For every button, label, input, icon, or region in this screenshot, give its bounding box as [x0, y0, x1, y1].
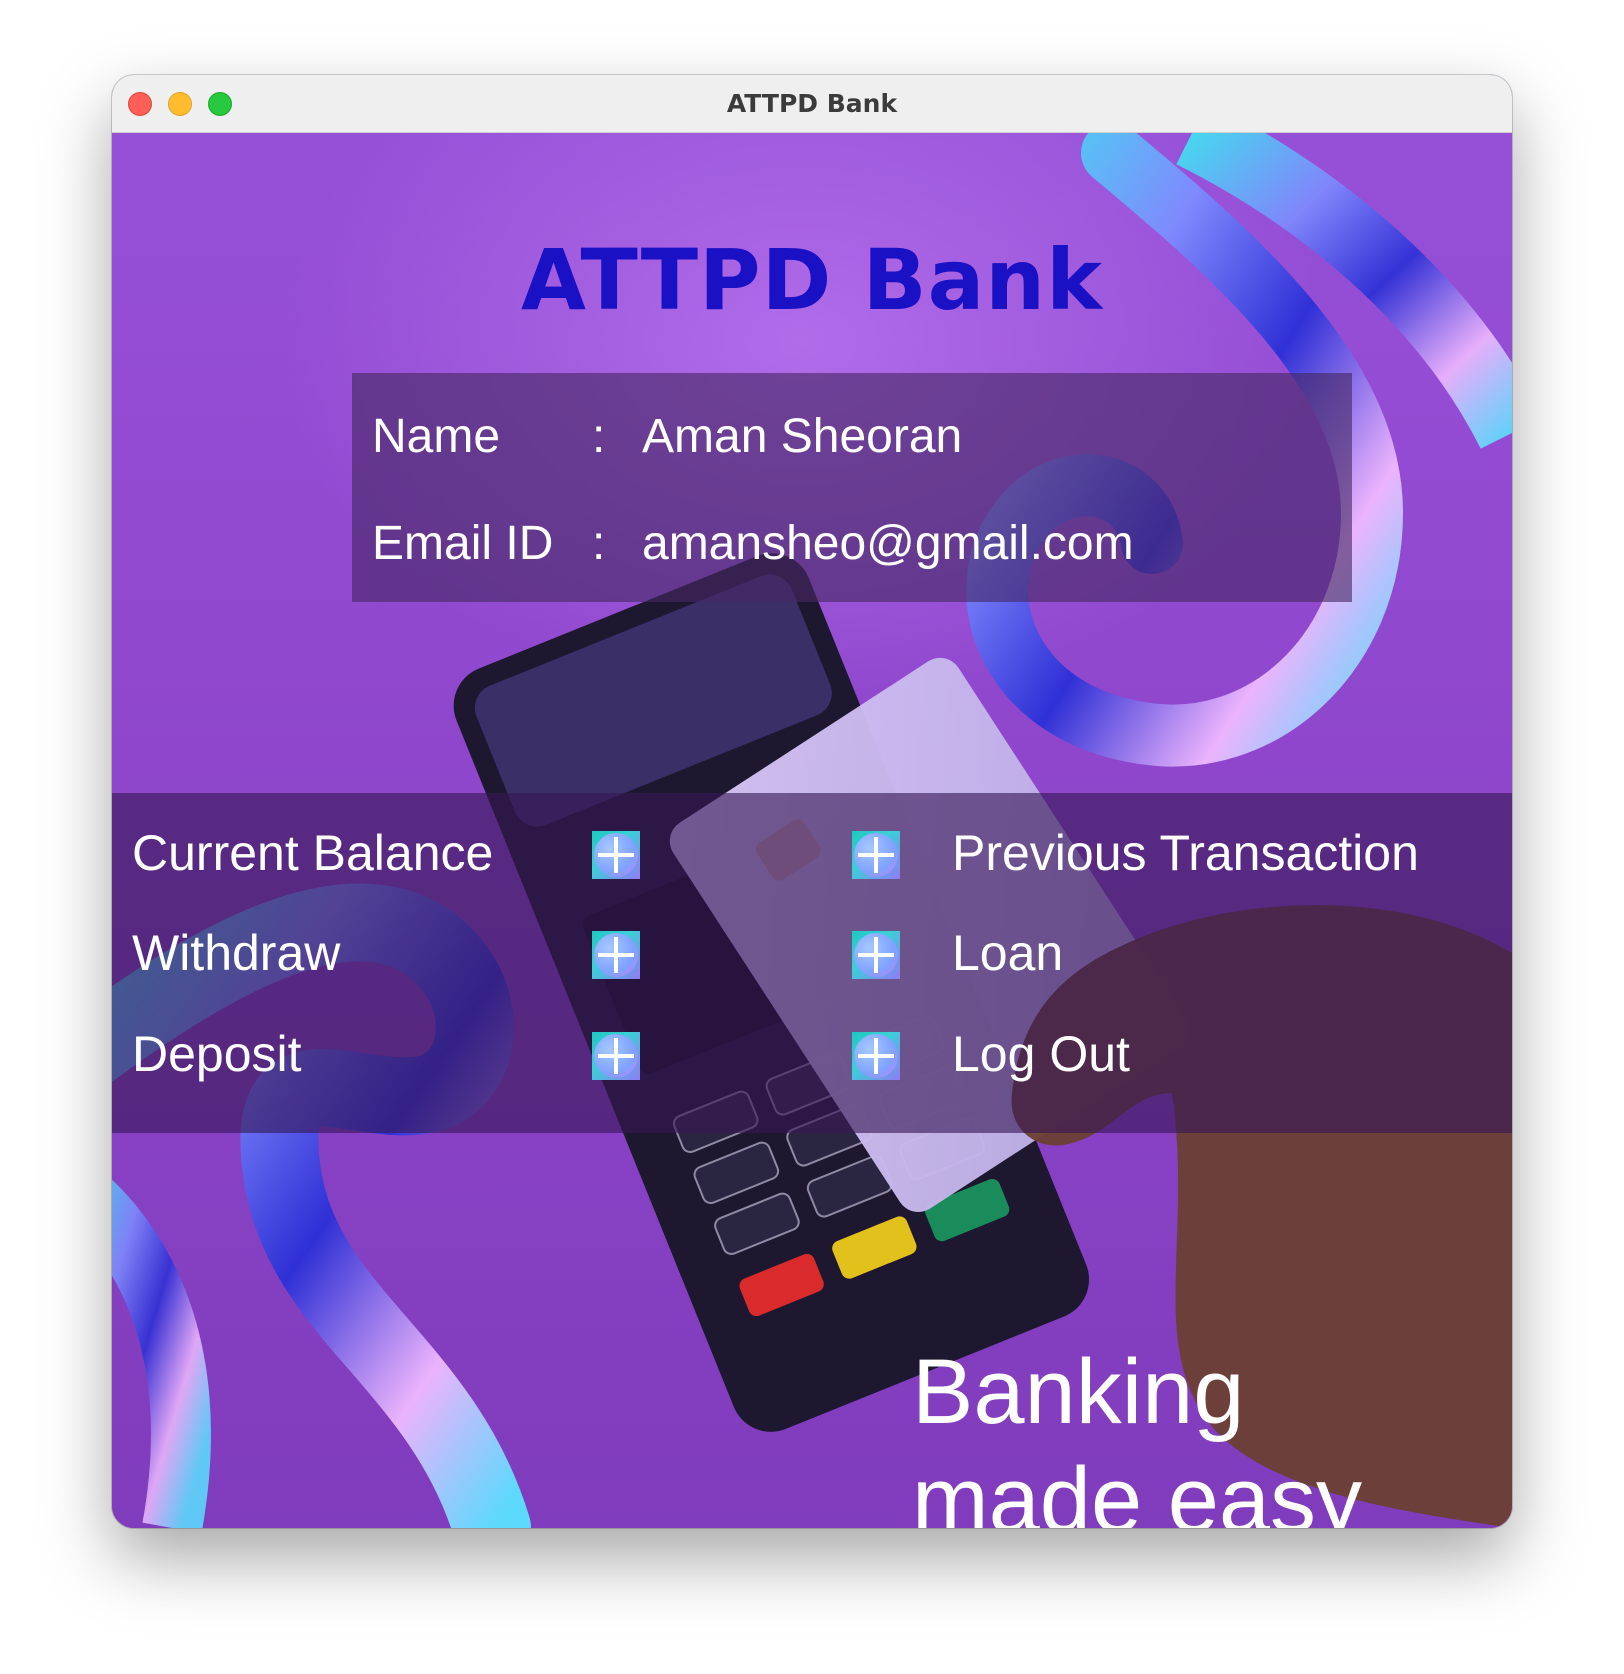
loan-button[interactable] [852, 931, 900, 979]
email-label: Email ID [372, 517, 554, 570]
email-separator: : [592, 517, 606, 570]
current-balance-label: Current Balance [132, 825, 494, 881]
dashboard: ATTPD Bank Name : Aman Sheoran Email ID … [112, 133, 1512, 1528]
tagline-line-2: made easy [912, 1449, 1363, 1528]
withdraw-button[interactable] [592, 931, 640, 979]
name-separator: : [592, 410, 606, 463]
current-balance-button[interactable] [592, 831, 640, 879]
log-out-button[interactable] [852, 1032, 900, 1080]
window-title: ATTPD Bank [726, 89, 898, 118]
tagline-line-1: Banking [912, 1341, 1245, 1443]
previous-transaction-label: Previous Transaction [952, 825, 1419, 881]
swirl-shape [112, 1179, 211, 1528]
profile-panel: Name : Aman Sheoran Email ID : amansheo@… [352, 373, 1352, 602]
name-label: Name [372, 410, 501, 463]
email-value: amansheo@gmail.com [642, 517, 1134, 570]
app-title: ATTPD Bank [521, 231, 1103, 329]
title-bar[interactable]: ATTPD Bank [112, 75, 1512, 133]
loan-label: Loan [952, 925, 1064, 981]
previous-transaction-button[interactable] [852, 831, 900, 879]
deposit-label: Deposit [132, 1026, 302, 1082]
actions-panel: Current Balance Previous Transaction Wit… [112, 793, 1512, 1133]
tagline: Banking made easy [912, 1338, 1362, 1528]
log-out-label: Log Out [952, 1026, 1130, 1082]
name-value: Aman Sheoran [642, 410, 963, 463]
app-window: ATTPD Bank ATTPD Bank Name: Aman Sheora… [112, 75, 1512, 1528]
withdraw-label: Withdraw [132, 925, 341, 981]
deposit-button[interactable] [592, 1032, 640, 1080]
